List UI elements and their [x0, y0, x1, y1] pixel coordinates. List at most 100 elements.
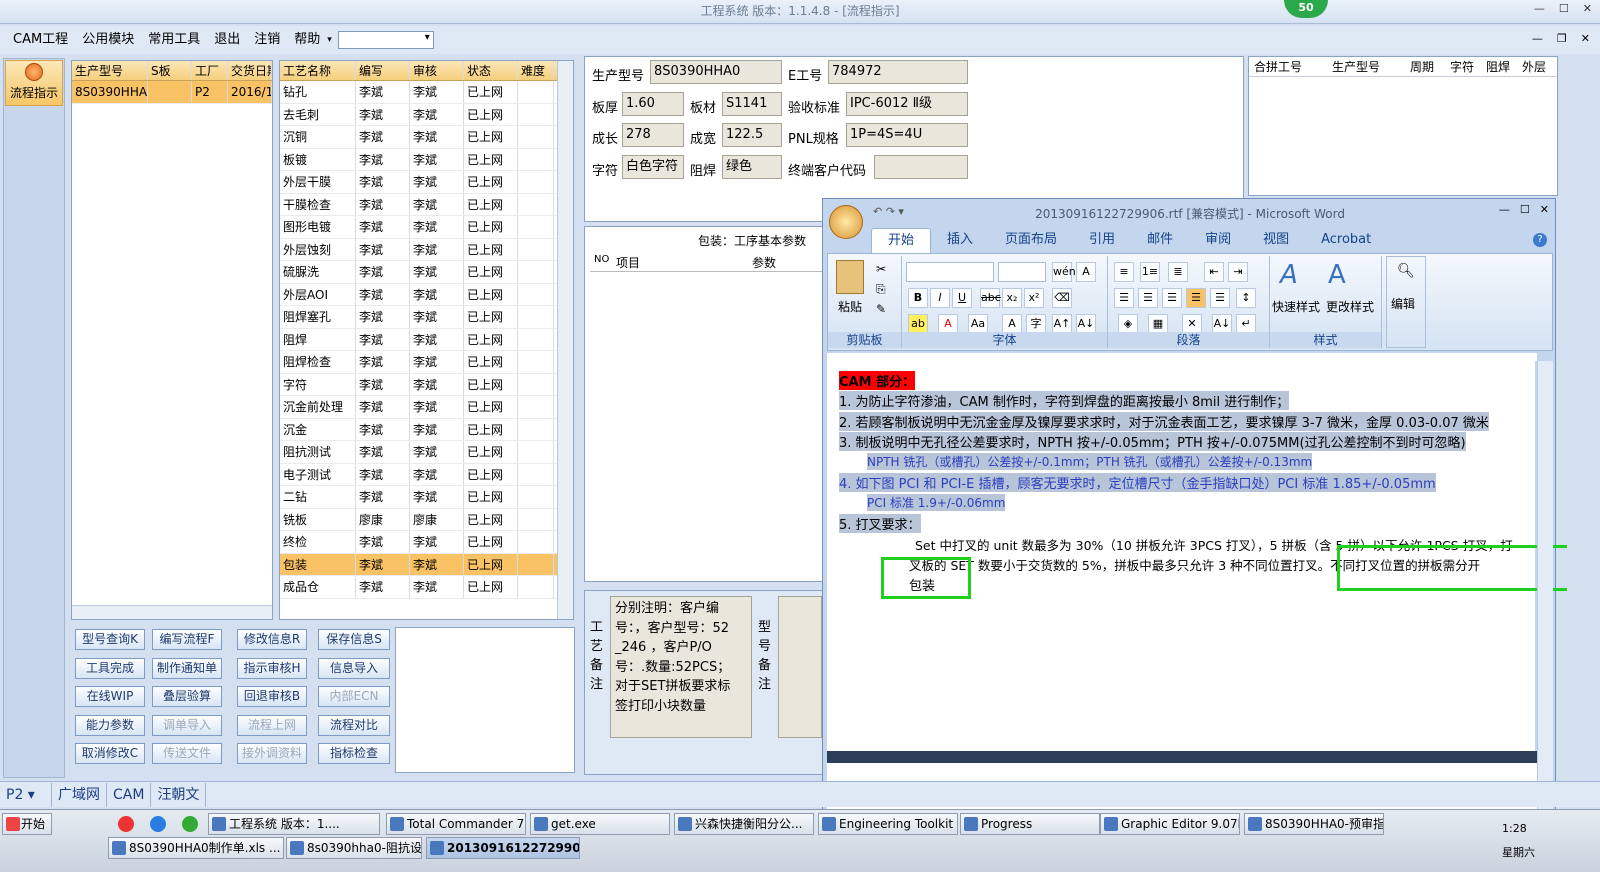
- table-row[interactable]: 钻孔 李斌 李斌 已上网: [280, 81, 573, 104]
- action-button[interactable]: 工具完成: [75, 657, 145, 679]
- table-row[interactable]: 去毛刺 李斌 李斌 已上网: [280, 103, 573, 126]
- vertical-scrollbar[interactable]: [557, 61, 573, 619]
- col-item[interactable]: 项目: [616, 254, 752, 271]
- col-process[interactable]: 工艺名称: [280, 61, 356, 80]
- action-button[interactable]: 指示审核H: [237, 657, 307, 679]
- bold-icon[interactable]: B: [908, 288, 928, 308]
- action-button[interactable]: 在线WIP: [75, 686, 145, 707]
- col-review[interactable]: 审核: [410, 61, 464, 80]
- col-factory[interactable]: 工厂: [192, 61, 228, 80]
- font-size-select[interactable]: [998, 262, 1046, 282]
- action-button[interactable]: 取消修改C: [75, 743, 145, 764]
- ribbon-tab[interactable]: Acrobat: [1305, 228, 1387, 252]
- table-row[interactable]: 沉铜 李斌 李斌 已上网: [280, 126, 573, 149]
- remark-text[interactable]: 分别注明：客户编号：，客户型号：52_246 ，客户P/O号：.数量:52PCS…: [610, 596, 752, 738]
- eno-field[interactable]: 784972: [828, 60, 968, 84]
- action-button[interactable]: 编写流程F: [152, 629, 222, 650]
- quick-styles-icon[interactable]: A: [1280, 260, 1298, 290]
- change-case-icon[interactable]: Aa: [968, 314, 988, 334]
- col-param[interactable]: 参数: [752, 254, 776, 271]
- col-merge[interactable]: 合拼工号: [1249, 57, 1329, 76]
- col-mask[interactable]: 阻焊: [1483, 57, 1519, 76]
- taskbar-item[interactable]: 工程系统 版本：1....: [208, 813, 380, 835]
- table-row[interactable]: 阻抗测试 李斌 李斌 已上网: [280, 441, 573, 464]
- shrink-font-icon[interactable]: A↓: [1076, 314, 1096, 334]
- highlight-icon[interactable]: ab: [908, 314, 928, 334]
- document-page[interactable]: CAM 部分： 1. 为防止字符渗油，CAM 制作时，字符到焊盘的距离按最小 8…: [827, 361, 1567, 751]
- col-s[interactable]: S板: [148, 61, 192, 80]
- action-button[interactable]: 能力参数: [75, 714, 145, 736]
- model-field[interactable]: 8S0390HHA0: [650, 60, 782, 84]
- copy-icon[interactable]: ⎘: [876, 282, 886, 297]
- quick-launch-icon[interactable]: [182, 816, 198, 832]
- enclose-char-icon[interactable]: 字: [1026, 314, 1046, 334]
- align-right-icon[interactable]: ☰: [1162, 288, 1182, 308]
- align-center-icon[interactable]: ☰: [1138, 288, 1158, 308]
- restore-icon[interactable]: ❐: [1557, 32, 1567, 45]
- char-shading-icon[interactable]: A: [1002, 314, 1022, 334]
- chinese-layout-icon[interactable]: ✕: [1182, 314, 1202, 334]
- font-name-select[interactable]: [906, 262, 994, 282]
- distribute-icon[interactable]: ☰: [1210, 288, 1230, 308]
- action-button[interactable]: 接外调资料: [237, 743, 307, 764]
- maximize-icon[interactable]: ☐: [1520, 203, 1530, 216]
- paste-icon[interactable]: [836, 260, 864, 294]
- mask-field[interactable]: 绿色: [722, 155, 782, 179]
- thickness-field[interactable]: 1.60: [622, 92, 684, 116]
- flow-button[interactable]: 流程指示: [5, 60, 63, 106]
- clear-format-icon[interactable]: ⌫: [1052, 288, 1072, 308]
- action-button[interactable]: 传送文件: [152, 743, 222, 764]
- menu-help[interactable]: 帮助: [287, 27, 327, 53]
- action-button[interactable]: 指标检查: [318, 743, 390, 764]
- table-row[interactable]: 阻焊 李斌 李斌 已上网: [280, 328, 573, 351]
- vertical-scrollbar[interactable]: [1537, 361, 1553, 809]
- increase-indent-icon[interactable]: ⇥: [1228, 262, 1248, 282]
- help-icon[interactable]: ?: [1533, 233, 1547, 247]
- table-row[interactable]: 外层AOI 李斌 李斌 已上网: [280, 283, 573, 306]
- action-button[interactable]: 内部ECN: [318, 686, 390, 707]
- quick-launch-icon[interactable]: [118, 816, 134, 832]
- table-row[interactable]: 干膜检查 李斌 李斌 已上网: [280, 193, 573, 216]
- action-button[interactable]: 保存信息S: [318, 629, 390, 650]
- action-button[interactable]: 流程对比: [318, 714, 390, 736]
- cut-icon[interactable]: ✂: [876, 262, 886, 276]
- table-row[interactable]: 终检 李斌 李斌 已上网: [280, 531, 573, 554]
- justify-icon[interactable]: ☰: [1186, 288, 1206, 308]
- col-no[interactable]: NO: [590, 254, 616, 271]
- close-icon[interactable]: ✕: [1581, 32, 1590, 45]
- table-row[interactable]: 铣板 廖康 廖康 已上网: [280, 508, 573, 531]
- close-icon[interactable]: ✕: [1583, 2, 1592, 15]
- ribbon-tab[interactable]: 邮件: [1131, 228, 1189, 252]
- taskbar-item[interactable]: 8S0390HHA0-预审指...: [1244, 813, 1384, 835]
- table-row[interactable]: 硫脲洗 李斌 李斌 已上网: [280, 261, 573, 284]
- col-status[interactable]: 状态: [464, 61, 518, 80]
- superscript-icon[interactable]: x²: [1024, 288, 1044, 308]
- table-row[interactable]: 沉金 李斌 李斌 已上网: [280, 418, 573, 441]
- menu-combo[interactable]: [337, 31, 434, 49]
- ribbon-tab[interactable]: 引用: [1073, 228, 1131, 252]
- col-cycle[interactable]: 周期: [1407, 57, 1447, 76]
- ribbon-tab[interactable]: 视图: [1247, 228, 1305, 252]
- ribbon-tab[interactable]: 审阅: [1189, 228, 1247, 252]
- quick-launch-icon[interactable]: [150, 816, 166, 832]
- table-row[interactable]: 板镀 李斌 李斌 已上网: [280, 148, 573, 171]
- minimize-icon[interactable]: —: [1532, 32, 1543, 45]
- grow-font-icon[interactable]: A↑: [1052, 314, 1072, 334]
- strikethrough-icon[interactable]: abc: [980, 288, 1001, 308]
- table-row[interactable]: 二钻 李斌 李斌 已上网: [280, 486, 573, 509]
- table-row[interactable]: 外层干膜 李斌 李斌 已上网: [280, 171, 573, 194]
- menu-cam[interactable]: CAM工程: [6, 27, 75, 53]
- width-field[interactable]: 122.5: [722, 123, 782, 147]
- horizontal-scrollbar[interactable]: [72, 605, 272, 619]
- word-window[interactable]: ↶ ↷ ▾ 20130916122729906.rtf [兼容模式] - Mic…: [822, 198, 1567, 810]
- action-button[interactable]: 回退审核B: [237, 686, 307, 707]
- phonetic-icon[interactable]: wén: [1052, 262, 1076, 282]
- taskbar-item[interactable]: Total Commander 7.0...: [386, 813, 526, 835]
- table-row[interactable]: 图形电镀 李斌 李斌 已上网: [280, 216, 573, 239]
- ribbon-tab[interactable]: 页面布局: [989, 228, 1073, 252]
- subscript-icon[interactable]: x₂: [1002, 288, 1022, 308]
- borders-icon[interactable]: ▦: [1148, 314, 1168, 334]
- taskbar-item[interactable]: Engineering Toolkit 9....: [818, 813, 958, 835]
- char-border-icon[interactable]: A: [1076, 262, 1096, 282]
- taskbar-item[interactable]: 8S0390HHA0制作单.xls ...: [108, 837, 284, 859]
